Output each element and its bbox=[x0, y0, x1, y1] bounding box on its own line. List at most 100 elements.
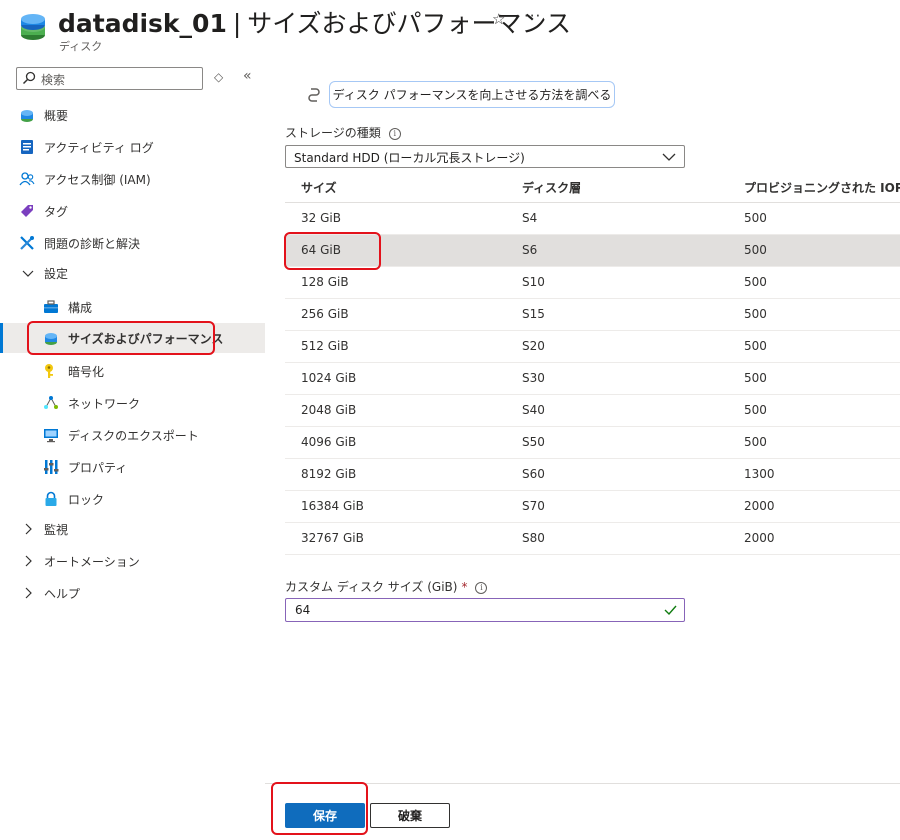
sidebar-item-encryption[interactable]: 暗号化 bbox=[0, 356, 265, 386]
disk-icon bbox=[21, 14, 45, 40]
cell-size: 256 GiB bbox=[301, 307, 349, 321]
sidebar-item-label: 暗号化 bbox=[68, 365, 105, 379]
cell-tier: S4 bbox=[522, 211, 538, 225]
custom-size-value: 64 bbox=[295, 603, 311, 617]
cell-iops: 500 bbox=[744, 275, 767, 289]
cell-iops: 500 bbox=[744, 339, 767, 353]
cell-iops: 500 bbox=[744, 371, 767, 385]
sidebar-item-size-performance[interactable]: サイズおよびパフォーマンス bbox=[0, 323, 265, 353]
table-row[interactable]: 4096 GiB S50 500 bbox=[285, 427, 900, 459]
sidebar-item-help[interactable]: ヘルプ bbox=[0, 578, 265, 608]
blade-title: サイズおよびパフォーマンス bbox=[247, 9, 572, 38]
storage-type-label: ストレージの種類 i bbox=[285, 124, 401, 141]
sidebar-item-diagnose[interactable]: 問題の診断と解決 bbox=[0, 228, 265, 258]
cell-size: 4096 GiB bbox=[301, 435, 357, 449]
cell-tier: S70 bbox=[522, 499, 545, 513]
copilot-icon bbox=[308, 88, 320, 102]
chevron-down-icon bbox=[662, 153, 676, 161]
table-row[interactable]: 64 GiB S6 500 bbox=[285, 235, 900, 267]
toolbox-icon bbox=[44, 300, 58, 313]
table-row[interactable]: 8192 GiB S60 1300 bbox=[285, 459, 900, 491]
cell-size: 32 GiB bbox=[301, 211, 341, 225]
table-row[interactable]: 128 GiB S10 500 bbox=[285, 267, 900, 299]
cell-iops: 500 bbox=[744, 403, 767, 417]
sidebar-item-properties[interactable]: プロパティ bbox=[0, 452, 265, 482]
wrench-icon bbox=[20, 236, 34, 250]
table-row[interactable]: 2048 GiB S40 500 bbox=[285, 395, 900, 427]
key-icon bbox=[45, 364, 53, 378]
chevron-down-icon bbox=[22, 270, 34, 277]
sidebar-item-label: ヘルプ bbox=[44, 587, 81, 601]
cell-iops: 2000 bbox=[744, 499, 775, 513]
sidebar-item-networking[interactable]: ネットワーク bbox=[0, 388, 265, 418]
performance-tip-button[interactable]: ディスク パフォーマンスを向上させる方法を調べる bbox=[329, 81, 615, 108]
storage-type-dropdown[interactable]: Standard HDD (ローカル冗長ストレージ) bbox=[285, 145, 685, 168]
properties-icon bbox=[44, 460, 59, 474]
sidebar-item-activity-log[interactable]: アクティビティ ログ bbox=[0, 132, 265, 162]
cell-iops: 1300 bbox=[744, 467, 775, 481]
sidebar-item-tags[interactable]: タグ bbox=[0, 196, 265, 226]
storage-type-value: Standard HDD (ローカル冗長ストレージ) bbox=[294, 151, 525, 165]
network-icon bbox=[44, 396, 58, 409]
custom-size-label-text: カスタム ディスク サイズ (GiB) bbox=[285, 580, 458, 594]
page-header: datadisk_01 | サイズおよびパフォーマンス ディスク ☆ ··· bbox=[0, 0, 900, 62]
table-row[interactable]: 32 GiB S4 500 bbox=[285, 203, 900, 235]
sidebar-item-iam[interactable]: アクセス制御 (IAM) bbox=[0, 164, 265, 194]
sidebar-item-overview[interactable]: 概要 bbox=[0, 100, 265, 130]
sidebar-item-disk-export[interactable]: ディスクのエクスポート bbox=[0, 420, 265, 450]
resource-name: datadisk_01 bbox=[58, 9, 227, 38]
sidebar-item-label: 構成 bbox=[68, 301, 93, 315]
cell-iops: 2000 bbox=[744, 531, 775, 545]
check-icon bbox=[664, 605, 677, 616]
cell-tier: S6 bbox=[522, 243, 538, 257]
column-header-iops: プロビジョニングされた IOPS bbox=[744, 181, 900, 195]
people-icon bbox=[19, 172, 35, 186]
sidebar-item-settings[interactable]: 設定 bbox=[0, 258, 265, 288]
sidebar-item-monitoring[interactable]: 監視 bbox=[0, 514, 265, 544]
sidebar-item-label: タグ bbox=[44, 205, 69, 219]
chevron-right-icon bbox=[25, 523, 32, 535]
table-row[interactable]: 32767 GiB S80 2000 bbox=[285, 523, 900, 555]
info-icon[interactable]: i bbox=[388, 128, 401, 140]
table-row[interactable]: 16384 GiB S70 2000 bbox=[285, 491, 900, 523]
table-row[interactable]: 1024 GiB S30 500 bbox=[285, 363, 900, 395]
discard-button[interactable]: 破棄 bbox=[370, 803, 450, 828]
sort-updown-icon[interactable]: ◇ bbox=[214, 70, 223, 84]
info-icon[interactable]: i bbox=[475, 582, 488, 594]
active-indicator bbox=[0, 323, 3, 353]
more-icon[interactable]: ··· bbox=[524, 7, 541, 25]
sidebar-item-automation[interactable]: オートメーション bbox=[0, 546, 265, 576]
sidebar-item-label: 問題の診断と解決 bbox=[44, 237, 141, 251]
save-button[interactable]: 保存 bbox=[285, 803, 365, 828]
cell-size: 8192 GiB bbox=[301, 467, 357, 481]
cell-iops: 500 bbox=[744, 211, 767, 225]
disk-icon bbox=[21, 110, 33, 122]
cell-tier: S30 bbox=[522, 371, 545, 385]
sidebar-item-locks[interactable]: ロック bbox=[0, 484, 265, 514]
cell-size: 16384 GiB bbox=[301, 499, 364, 513]
star-icon[interactable]: ☆ bbox=[492, 10, 505, 28]
search-input[interactable]: 検索 bbox=[16, 67, 203, 90]
lock-icon bbox=[45, 491, 57, 506]
custom-size-input[interactable]: 64 bbox=[285, 598, 685, 622]
required-mark: * bbox=[461, 580, 468, 594]
column-header-tier: ディスク層 bbox=[522, 181, 582, 195]
footer-divider bbox=[265, 783, 900, 784]
cell-size: 512 GiB bbox=[301, 339, 349, 353]
sidebar-item-label: プロパティ bbox=[68, 461, 128, 475]
activity-log-icon bbox=[21, 140, 33, 154]
cell-tier: S15 bbox=[522, 307, 545, 321]
cell-tier: S60 bbox=[522, 467, 545, 481]
cell-tier: S50 bbox=[522, 435, 545, 449]
cell-iops: 500 bbox=[744, 307, 767, 321]
disk-size-table: サイズ ディスク層 プロビジョニングされた IOPS 32 GiB S4 500 64… bbox=[285, 170, 900, 555]
table-row[interactable]: 256 GiB S15 500 bbox=[285, 299, 900, 331]
table-row[interactable]: 512 GiB S20 500 bbox=[285, 331, 900, 363]
collapse-icon[interactable]: « bbox=[243, 68, 252, 84]
search-placeholder: 検索 bbox=[41, 73, 66, 87]
cell-iops: 500 bbox=[744, 243, 767, 257]
tag-icon bbox=[21, 205, 33, 217]
sidebar-item-label: サイズおよびパフォーマンス bbox=[68, 332, 224, 346]
sidebar-item-configuration[interactable]: 構成 bbox=[0, 292, 265, 322]
cell-size: 1024 GiB bbox=[301, 371, 357, 385]
